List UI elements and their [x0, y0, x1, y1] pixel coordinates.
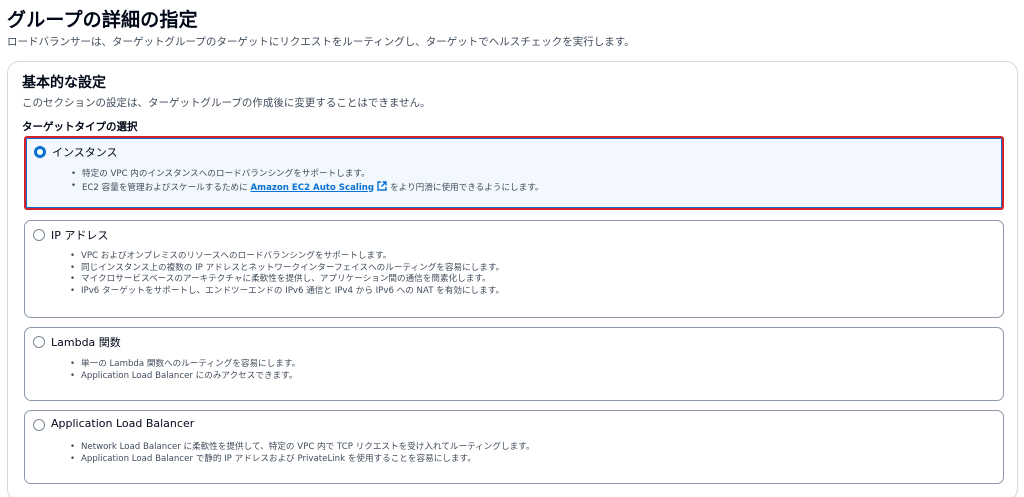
radio-alb[interactable] — [33, 419, 45, 431]
option-title-ip-addresses: IP アドレス — [51, 229, 109, 242]
option-bullets-instances: 特定の VPC 内のインスタンスへのロードバランシングをサポートします。 EC2… — [71, 169, 544, 195]
basic-settings-container: 基本的な設定 このセクションの設定は、ターゲットグループの作成後に変更することは… — [7, 61, 1018, 497]
list-item: VPC およびオンプレミスのリソースへのロードバランシングをサポートします。 — [70, 251, 504, 263]
list-item: 単一の Lambda 関数へのルーティングを容易にします。 — [70, 359, 300, 371]
list-item: EC2 容量を管理およびスケールするために Amazon EC2 Auto Sc… — [71, 180, 544, 195]
external-link-icon[interactable] — [377, 180, 387, 191]
list-item: マイクロサービスベースのアーキテクチャに柔軟性を提供し、アプリケーション間の通信… — [70, 274, 504, 286]
page-title: グループの詳細の指定 — [7, 9, 198, 31]
target-type-option-ip-addresses[interactable]: IP アドレス VPC およびオンプレミスのリソースへのロードバランシングをサポ… — [24, 220, 1004, 318]
list-item: 同じインスタンス上の複数の IP アドレスとネットワークインターフェイスへのルー… — [70, 263, 504, 275]
page-description: ロードバランサーは、ターゲットグループのターゲットにリクエストをルーティングし、… — [7, 36, 635, 48]
radio-lambda[interactable] — [33, 336, 45, 348]
radio-instances[interactable] — [34, 146, 46, 158]
target-type-option-instances[interactable]: インスタンス 特定の VPC 内のインスタンスへのロードバランシングをサポートし… — [24, 136, 1004, 210]
option-bullets-ip-addresses: VPC およびオンプレミスのリソースへのロードバランシングをサポートします。 同… — [70, 251, 504, 298]
option-title-alb: Application Load Balancer — [51, 417, 195, 430]
radio-ip-addresses[interactable] — [33, 229, 45, 241]
option-bullets-alb: Network Load Balancer に柔軟性を提供して、特定の VPC … — [70, 442, 534, 466]
bullet-text: EC2 容量を管理およびスケールするために — [82, 182, 248, 193]
target-type-option-lambda[interactable]: Lambda 関数 単一の Lambda 関数へのルーティングを容易にします。 … — [24, 327, 1004, 401]
target-type-label: ターゲットタイプの選択 — [22, 121, 138, 133]
option-title-lambda: Lambda 関数 — [51, 336, 121, 349]
option-title-instances: インスタンス — [52, 146, 118, 159]
option-bullets-lambda: 単一の Lambda 関数へのルーティングを容易にします。 Applicatio… — [70, 359, 300, 383]
ec2-auto-scaling-link[interactable]: Amazon EC2 Auto Scaling — [250, 183, 374, 193]
bullet-text: をより円滑に使用できるようにします。 — [390, 182, 544, 193]
list-item: 特定の VPC 内のインスタンスへのロードバランシングをサポートします。 — [71, 169, 544, 181]
list-item: IPv6 ターゲットをサポートし、エンドツーエンドの IPv6 通信と IPv4… — [70, 286, 504, 298]
section-title: 基本的な設定 — [22, 75, 106, 91]
list-item: Application Load Balancer で静的 IP アドレスおよび… — [70, 454, 534, 466]
list-item: Application Load Balancer にのみアクセスできます。 — [70, 371, 300, 383]
section-description: このセクションの設定は、ターゲットグループの作成後に変更することはできません。 — [22, 97, 431, 109]
target-type-option-alb[interactable]: Application Load Balancer Network Load B… — [24, 410, 1004, 484]
list-item: Network Load Balancer に柔軟性を提供して、特定の VPC … — [70, 442, 534, 454]
